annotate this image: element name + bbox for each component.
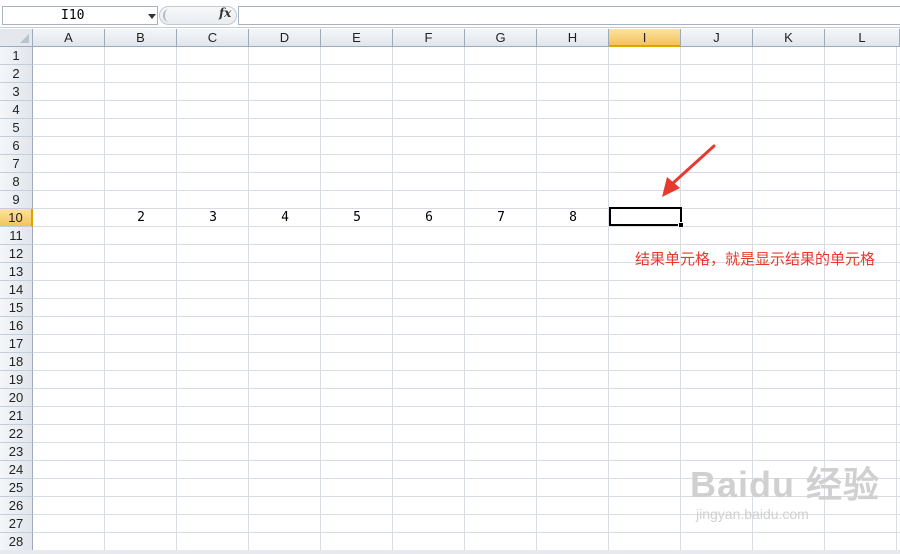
row-header-15[interactable]: 15: [0, 299, 33, 317]
cell-b10[interactable]: 2: [105, 209, 177, 227]
row-header-20[interactable]: 20: [0, 389, 33, 407]
name-box[interactable]: I10: [2, 6, 158, 25]
row-header-3[interactable]: 3: [0, 83, 33, 101]
column-header-l[interactable]: L: [825, 29, 900, 47]
row-header-24[interactable]: 24: [0, 461, 33, 479]
row-header-22[interactable]: 22: [0, 425, 33, 443]
cell-c10[interactable]: 3: [177, 209, 249, 227]
grip-icon: [163, 9, 175, 22]
cell-f10[interactable]: 6: [393, 209, 465, 227]
column-header-a[interactable]: A: [33, 29, 105, 47]
column-header-c[interactable]: C: [177, 29, 249, 47]
column-header-b[interactable]: B: [105, 29, 177, 47]
row-header-13[interactable]: 13: [0, 263, 33, 281]
column-header-f[interactable]: F: [393, 29, 465, 47]
active-cell-i10[interactable]: [609, 207, 682, 226]
column-header-d[interactable]: D: [249, 29, 321, 47]
formula-bar: I10 fx: [0, 0, 900, 28]
row-header-7[interactable]: 7: [0, 155, 33, 173]
row-header-10[interactable]: 10: [0, 209, 33, 227]
formula-input[interactable]: [238, 6, 900, 25]
watermark-logo-text: Baidu 经验: [690, 464, 881, 505]
column-header-i[interactable]: I: [609, 29, 681, 47]
cell-d10[interactable]: 4: [249, 209, 321, 227]
row-header-26[interactable]: 26: [0, 497, 33, 515]
cell-g10[interactable]: 7: [465, 209, 537, 227]
column-header-h[interactable]: H: [537, 29, 609, 47]
column-header-e[interactable]: E: [321, 29, 393, 47]
row-header-14[interactable]: 14: [0, 281, 33, 299]
row-header-1[interactable]: 1: [0, 47, 33, 65]
baidu-jingyan-watermark: Baidu 经验 jingyan.baidu.com: [690, 456, 881, 522]
name-box-value: I10: [61, 8, 85, 23]
row-header-28[interactable]: 28: [0, 533, 33, 551]
select-all-icon: [20, 34, 29, 43]
red-arrow-icon: [662, 144, 716, 197]
row-header-5[interactable]: 5: [0, 119, 33, 137]
row-header-17[interactable]: 17: [0, 335, 33, 353]
cell-h10[interactable]: 8: [537, 209, 609, 227]
row-header-27[interactable]: 27: [0, 515, 33, 533]
row-header-8[interactable]: 8: [0, 173, 33, 191]
fill-handle[interactable]: [678, 222, 684, 228]
sheet-bottom-edge: [0, 550, 900, 554]
watermark-url: jingyan.baidu.com: [696, 506, 809, 522]
row-header-18[interactable]: 18: [0, 353, 33, 371]
column-header-g[interactable]: G: [465, 29, 537, 47]
cell-e10[interactable]: 5: [321, 209, 393, 227]
row-header-21[interactable]: 21: [0, 407, 33, 425]
row-header-23[interactable]: 23: [0, 443, 33, 461]
row-header-19[interactable]: 19: [0, 371, 33, 389]
row-header-9[interactable]: 9: [0, 191, 33, 209]
row-header-2[interactable]: 2: [0, 65, 33, 83]
row-header-12[interactable]: 12: [0, 245, 33, 263]
select-all-button[interactable]: [0, 29, 33, 47]
row-header-4[interactable]: 4: [0, 101, 33, 119]
column-header-k[interactable]: K: [753, 29, 825, 47]
insert-function-icon[interactable]: fx: [219, 6, 231, 20]
row-header-16[interactable]: 16: [0, 317, 33, 335]
row-header-6[interactable]: 6: [0, 137, 33, 155]
row-header-11[interactable]: 11: [0, 227, 33, 245]
chevron-down-icon[interactable]: [148, 14, 156, 19]
annotation-text: 结果单元格，就是显示结果的单元格: [635, 250, 876, 268]
row-header-25[interactable]: 25: [0, 479, 33, 497]
column-header-j[interactable]: J: [681, 29, 753, 47]
